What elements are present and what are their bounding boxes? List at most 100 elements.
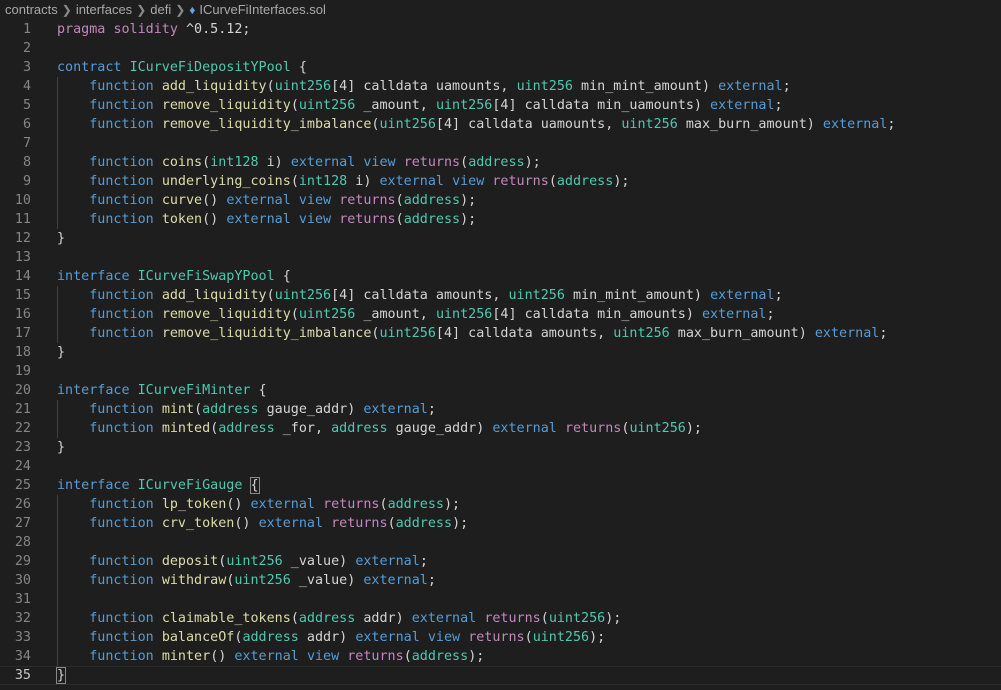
- code-line[interactable]: 34 function minter() external view retur…: [0, 647, 1001, 666]
- code-token: {: [274, 269, 291, 284]
- code-token: pragma: [57, 22, 106, 37]
- code-token: (: [540, 611, 549, 626]
- line-number: 34: [14, 649, 31, 664]
- code-line[interactable]: 23}: [0, 438, 1001, 457]
- line-number: 28: [14, 535, 31, 550]
- code-line[interactable]: 6 function remove_liquidity_imbalance(ui…: [0, 115, 1001, 134]
- line-number: 24: [14, 459, 31, 474]
- line-number: 10: [14, 193, 31, 208]
- line-number: 8: [22, 155, 31, 170]
- code-token: uint256: [508, 288, 565, 303]
- code-token: }: [57, 345, 66, 360]
- chevron-right-icon: ❯: [136, 3, 147, 17]
- code-token: uint256: [621, 117, 678, 132]
- code-line[interactable]: 33 function balanceOf (address addr) exte…: [0, 628, 1001, 647]
- code-token: ^0.5.12;: [177, 22, 251, 37]
- breadcrumb-item-defi[interactable]: defi: [150, 2, 171, 17]
- code-token: ;: [427, 402, 436, 417]
- code-line[interactable]: 18}: [0, 343, 1001, 362]
- breadcrumb-item-contracts[interactable]: contracts: [5, 2, 58, 17]
- code-line[interactable]: 21 function mint(address gauge_addr) ext…: [0, 400, 1001, 419]
- breadcrumb-item-file[interactable]: ICurveFiInterfaces.sol: [199, 2, 325, 17]
- code-token: );: [613, 174, 630, 189]
- code-token: view: [306, 649, 340, 664]
- code-token: ICurveFiSwapYPool: [137, 269, 275, 284]
- code-line[interactable]: 4 function add_liquidity(uint256[4] call…: [0, 77, 1001, 96]
- code-line[interactable]: 30 function withdraw(uint256 _value) ext…: [0, 571, 1001, 590]
- code-token: external: [226, 212, 291, 227]
- code-line[interactable]: 31: [0, 590, 1001, 609]
- line-number: 33: [14, 630, 31, 645]
- code-token: uint256: [274, 79, 332, 94]
- code-token: remove_liquidity_imbalance: [161, 117, 372, 132]
- code-token: view: [298, 193, 332, 208]
- code-line[interactable]: 8 function coins(int128 i) external view…: [0, 153, 1001, 172]
- chevron-right-icon: ❯: [61, 3, 72, 17]
- code-line[interactable]: 13: [0, 248, 1001, 267]
- code-line[interactable]: 9 function underlying_coins(int128 i) ex…: [0, 172, 1001, 191]
- code-line[interactable]: 2: [0, 39, 1001, 58]
- code-line[interactable]: 35}: [0, 666, 1001, 685]
- code-line[interactable]: 19: [0, 362, 1001, 381]
- code-line[interactable]: 20 interface ICurveFiMinter {: [0, 381, 1001, 400]
- code-token: ;: [766, 307, 775, 322]
- code-token: (: [290, 98, 299, 113]
- code-line[interactable]: 24: [0, 457, 1001, 476]
- code-line[interactable]: 11 function token() external view return…: [0, 210, 1001, 229]
- line-number: 13: [14, 250, 31, 265]
- line-number: 2: [22, 41, 31, 56]
- code-line[interactable]: 22 function minted(address _for, address…: [0, 419, 1001, 438]
- code-token: uint256: [435, 307, 493, 322]
- code-token: uint256: [532, 630, 590, 645]
- code-text: function remove_liquidity(uint256 _amoun…: [57, 307, 775, 322]
- code-line[interactable]: 28: [0, 533, 1001, 552]
- code-token: function: [89, 326, 154, 341]
- code-token: function: [89, 155, 154, 170]
- code-token: ;: [419, 554, 428, 569]
- code-token: external: [814, 326, 880, 341]
- code-editor[interactable]: 1 pragma solidity ^0.5.12; 2 3 contract ICur…: [0, 20, 1001, 685]
- code-token: min_mint_amount): [564, 288, 711, 303]
- code-line[interactable]: 12}: [0, 229, 1001, 248]
- indent-guide: [57, 286, 58, 343]
- code-line[interactable]: 10 function curve() external view return…: [0, 191, 1001, 210]
- line-number: 7: [22, 136, 31, 151]
- code-line[interactable]: 17 function remove_liquidity_imbalance(u…: [0, 324, 1001, 343]
- code-token: [4] calldata uamounts,: [435, 117, 622, 132]
- line-number: 1: [22, 22, 31, 37]
- code-line[interactable]: 7: [0, 134, 1001, 153]
- code-line[interactable]: 1 pragma solidity ^0.5.12;: [0, 20, 1001, 39]
- line-number: 17: [14, 326, 31, 341]
- code-line[interactable]: 26 function lp_token() external returns(…: [0, 495, 1001, 514]
- code-line[interactable]: 32 function claimable_tokens(address add…: [0, 609, 1001, 628]
- code-line[interactable]: 15 function add_liquidity(uint256[4] cal…: [0, 286, 1001, 305]
- code-line[interactable]: 5 function remove_liquidity(uint256 _amo…: [0, 96, 1001, 115]
- breadcrumb-item-interfaces[interactable]: interfaces: [76, 2, 132, 17]
- code-line[interactable]: 27 function crv_token() external returns…: [0, 514, 1001, 533]
- code-token: gauge_addr): [387, 421, 493, 436]
- code-line[interactable]: 25 interface ICurveFiGauge {: [0, 476, 1001, 495]
- code-line[interactable]: 16 function remove_liquidity(uint256 _am…: [0, 305, 1001, 324]
- line-number: 18: [14, 345, 31, 360]
- code-line[interactable]: 14 interface ICurveFiSwapYPool {: [0, 267, 1001, 286]
- code-token: returns: [468, 630, 525, 645]
- code-line[interactable]: 29 function deposit(uint256 _value) exte…: [0, 552, 1001, 571]
- code-text: }: [55, 667, 67, 684]
- code-text: interface ICurveFiGauge {: [57, 477, 260, 494]
- code-token: (: [395, 193, 404, 208]
- code-line[interactable]: 3 contract ICurveFiDepositYPool {: [0, 58, 1001, 77]
